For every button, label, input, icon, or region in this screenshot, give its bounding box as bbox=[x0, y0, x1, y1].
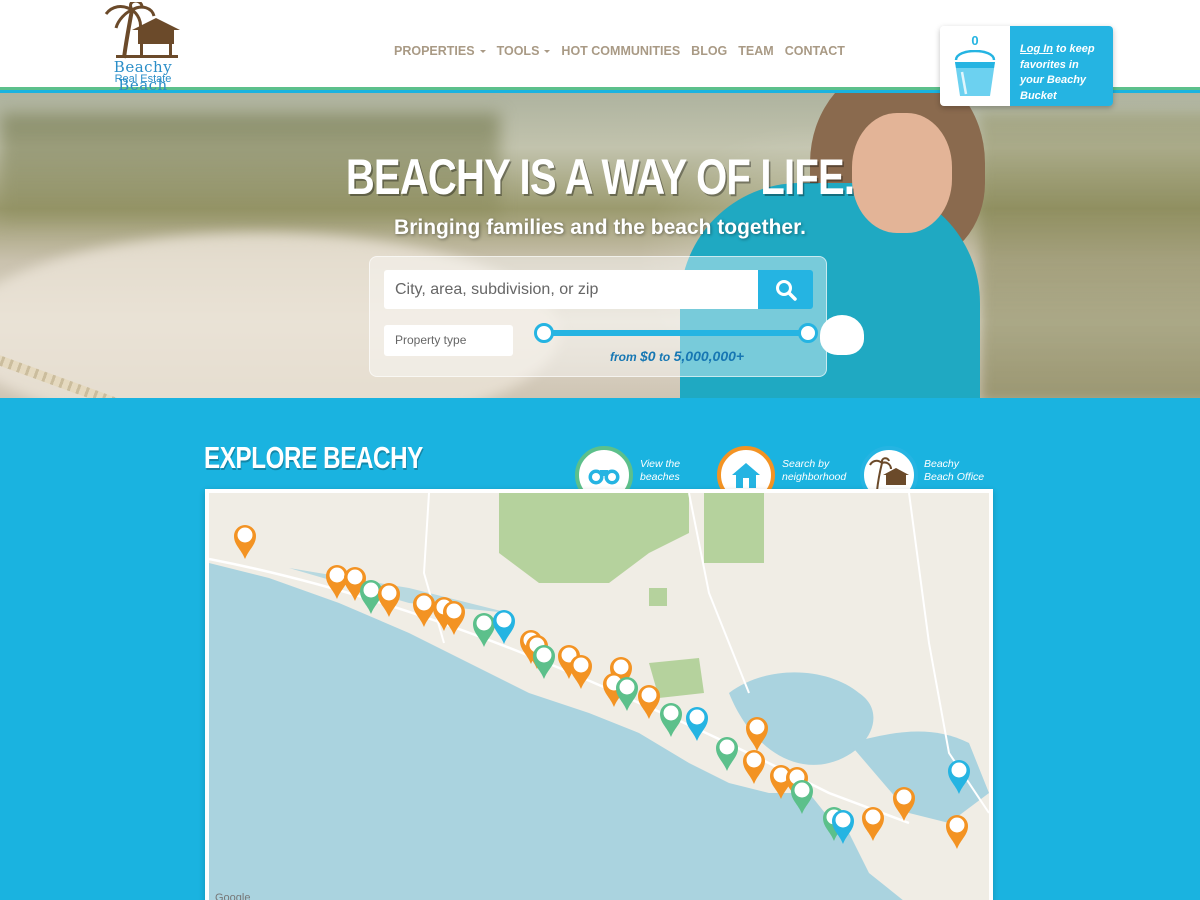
pin-marker-icon bbox=[476, 615, 492, 631]
price-slider-max-handle[interactable] bbox=[798, 323, 818, 343]
pin-marker-icon bbox=[896, 789, 912, 805]
property-type-select[interactable]: Property type bbox=[384, 325, 513, 356]
map-attribution: Google bbox=[215, 892, 250, 900]
nav-properties-label: PROPERTIES bbox=[394, 44, 475, 58]
beach-office-label-line1: Beachy bbox=[924, 458, 960, 470]
price-from-label: from bbox=[610, 350, 637, 364]
bucket-login-prompt: Log In to keep favorites in your Beachy … bbox=[1010, 26, 1113, 106]
beachy-bucket-widget[interactable]: 0 Log In to keep favorites in your Beach… bbox=[940, 26, 1113, 106]
bucket-count: 0 bbox=[971, 33, 979, 48]
price-slider-min-handle[interactable] bbox=[534, 323, 554, 343]
pin-marker-icon bbox=[749, 719, 765, 735]
pin-marker-icon bbox=[363, 582, 379, 598]
pin-marker-icon bbox=[835, 812, 851, 828]
bucket-counter: 0 bbox=[940, 26, 1010, 106]
binoculars-icon bbox=[588, 469, 620, 485]
pin-marker-icon bbox=[496, 612, 512, 628]
logo-subtitle: Real Estate bbox=[114, 73, 172, 85]
pin-marker-icon bbox=[446, 603, 462, 619]
pin-marker-icon bbox=[619, 679, 635, 695]
pin-marker-icon bbox=[573, 657, 589, 673]
search-button[interactable] bbox=[758, 270, 813, 309]
bucket-icon bbox=[954, 50, 996, 96]
search-input[interactable] bbox=[384, 270, 758, 309]
price-max-value: 5,000,000+ bbox=[673, 348, 745, 364]
price-slider-track[interactable] bbox=[544, 330, 808, 336]
pin-marker-icon bbox=[416, 595, 432, 611]
beach-office-label-line2: Beach Office bbox=[924, 471, 985, 483]
view-beaches-label-line1: View the bbox=[640, 458, 681, 470]
pin-marker-icon bbox=[613, 659, 629, 675]
pin-marker-icon bbox=[329, 567, 345, 583]
pin-marker-icon bbox=[719, 739, 735, 755]
pin-marker-icon bbox=[794, 782, 810, 798]
hero-title: BEACHY IS A WAY OF LIFE. bbox=[345, 149, 855, 205]
logo[interactable]: Beachy Beach Real Estate bbox=[88, 2, 198, 94]
login-link[interactable]: Log In bbox=[1020, 43, 1053, 55]
search-neighborhood-label-line2: neighborhood bbox=[782, 471, 847, 483]
search-panel: Property type from $0 to 5,000,000+ bbox=[369, 256, 827, 377]
view-beaches-label[interactable]: View the beaches bbox=[640, 458, 680, 484]
hero-subtitle: Bringing families and the beach together… bbox=[394, 216, 806, 239]
map-park-east bbox=[704, 493, 764, 563]
price-to-label: to bbox=[658, 350, 671, 364]
nav-contact[interactable]: CONTACT bbox=[785, 44, 845, 58]
nav-tools-label: TOOLS bbox=[496, 44, 540, 58]
map-canvas[interactable]: Google bbox=[209, 493, 989, 900]
pin-marker-icon bbox=[237, 527, 253, 543]
pin-marker-icon bbox=[949, 817, 965, 833]
search-neighborhood-label[interactable]: Search by neighborhood bbox=[782, 458, 846, 484]
nav-properties[interactable]: PROPERTIES bbox=[394, 44, 486, 58]
price-range-label: from $0 to 5,000,000+ bbox=[610, 348, 744, 364]
pin-marker-icon bbox=[689, 709, 705, 725]
search-icon bbox=[775, 279, 797, 301]
explore-map[interactable]: Google bbox=[205, 489, 993, 900]
pin-marker-icon bbox=[865, 809, 881, 825]
pin-marker-icon bbox=[347, 569, 363, 585]
pin-marker-icon bbox=[381, 585, 397, 601]
pin-marker-icon bbox=[746, 752, 762, 768]
house-icon bbox=[732, 463, 760, 488]
pin-marker-icon bbox=[951, 762, 967, 778]
caret-down-icon bbox=[479, 49, 486, 53]
beach-office-label[interactable]: Beachy Beach Office bbox=[924, 458, 984, 484]
hero-banner: BEACHY IS A WAY OF LIFE. Bringing famili… bbox=[0, 93, 1200, 398]
hut-icon bbox=[869, 457, 909, 492]
caret-down-icon bbox=[544, 49, 551, 53]
main-nav: PROPERTIES TOOLS HOT COMMUNITIES BLOG TE… bbox=[394, 44, 856, 58]
price-min-value: $0 bbox=[640, 348, 656, 364]
explore-title: EXPLORE BEACHY bbox=[204, 440, 423, 475]
nav-blog[interactable]: BLOG bbox=[691, 44, 727, 58]
pin-marker-icon bbox=[536, 647, 552, 663]
nav-hot-communities[interactable]: HOT COMMUNITIES bbox=[561, 44, 680, 58]
nav-tools[interactable]: TOOLS bbox=[497, 44, 551, 58]
search-neighborhood-label-line1: Search by bbox=[782, 458, 830, 470]
pin-marker-icon bbox=[663, 705, 679, 721]
pin-marker-icon bbox=[641, 687, 657, 703]
palm-hut-icon bbox=[104, 2, 180, 59]
nav-team[interactable]: TEAM bbox=[738, 44, 773, 58]
view-beaches-label-line2: beaches bbox=[640, 471, 680, 483]
map-park-small bbox=[649, 588, 667, 606]
